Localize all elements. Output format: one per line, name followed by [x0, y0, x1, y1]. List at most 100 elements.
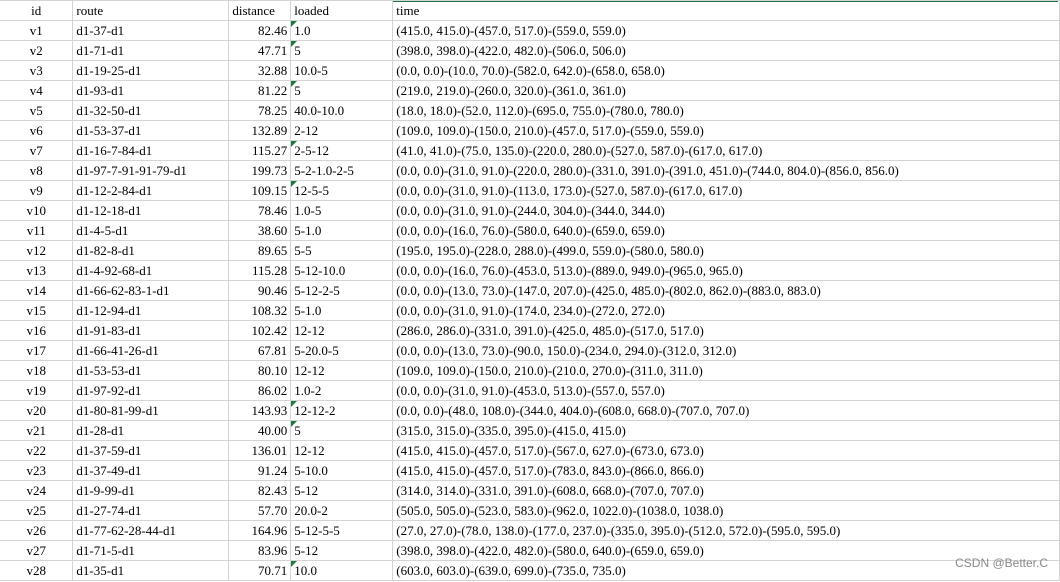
- cell-id[interactable]: v1: [0, 20, 74, 41]
- cell-route[interactable]: d1-37-59-d1: [72, 440, 230, 461]
- cell-id[interactable]: v14: [0, 280, 74, 301]
- cell-loaded[interactable]: 5-12-2-5: [290, 280, 394, 301]
- cell-loaded[interactable]: 5-20.0-5: [290, 340, 394, 361]
- cell-route[interactable]: d1-80-81-99-d1: [72, 400, 230, 421]
- cell-time[interactable]: (0.0, 0.0)-(16.0, 76.0)-(453.0, 513.0)-(…: [392, 260, 1060, 281]
- cell-loaded[interactable]: 12-12: [290, 440, 394, 461]
- cell-distance[interactable]: 57.70: [228, 500, 292, 521]
- cell-loaded[interactable]: 2-12: [290, 120, 394, 141]
- cell-loaded[interactable]: 5-2-1.0-2-5: [290, 160, 394, 181]
- cell-route[interactable]: d1-66-62-83-1-d1: [72, 280, 230, 301]
- cell-loaded[interactable]: 10.0-5: [290, 60, 394, 81]
- cell-time[interactable]: (195.0, 195.0)-(228.0, 288.0)-(499.0, 55…: [392, 240, 1060, 261]
- cell-id[interactable]: v17: [0, 340, 74, 361]
- cell-loaded[interactable]: 12-12: [290, 360, 394, 381]
- cell-loaded[interactable]: 5-1.0: [290, 300, 394, 321]
- cell-distance[interactable]: 82.46: [228, 20, 292, 41]
- cell-loaded[interactable]: 5: [290, 80, 394, 101]
- header-cell-time[interactable]: time: [392, 0, 1060, 21]
- cell-route[interactable]: d1-93-d1: [72, 80, 230, 101]
- cell-loaded[interactable]: 12-5-5: [290, 180, 394, 201]
- cell-route[interactable]: d1-82-8-d1: [72, 240, 230, 261]
- cell-loaded[interactable]: 5-12: [290, 540, 394, 561]
- cell-id[interactable]: v21: [0, 420, 74, 441]
- cell-distance[interactable]: 164.96: [228, 520, 292, 541]
- cell-id[interactable]: v19: [0, 380, 74, 401]
- cell-route[interactable]: d1-37-d1: [72, 20, 230, 41]
- cell-id[interactable]: v25: [0, 500, 74, 521]
- cell-id[interactable]: v26: [0, 520, 74, 541]
- cell-distance[interactable]: 90.46: [228, 280, 292, 301]
- cell-route[interactable]: d1-27-74-d1: [72, 500, 230, 521]
- cell-distance[interactable]: 108.32: [228, 300, 292, 321]
- cell-loaded[interactable]: 40.0-10.0: [290, 100, 394, 121]
- cell-route[interactable]: d1-53-37-d1: [72, 120, 230, 141]
- cell-distance[interactable]: 115.28: [228, 260, 292, 281]
- cell-time[interactable]: (0.0, 0.0)-(13.0, 73.0)-(90.0, 150.0)-(2…: [392, 340, 1060, 361]
- cell-route[interactable]: d1-71-5-d1: [72, 540, 230, 561]
- cell-time[interactable]: (0.0, 0.0)-(13.0, 73.0)-(147.0, 207.0)-(…: [392, 280, 1060, 301]
- cell-id[interactable]: v8: [0, 160, 74, 181]
- cell-route[interactable]: d1-91-83-d1: [72, 320, 230, 341]
- cell-route[interactable]: d1-12-2-84-d1: [72, 180, 230, 201]
- cell-route[interactable]: d1-12-18-d1: [72, 200, 230, 221]
- cell-id[interactable]: v23: [0, 460, 74, 481]
- cell-distance[interactable]: 143.93: [228, 400, 292, 421]
- cell-loaded[interactable]: 5-5: [290, 240, 394, 261]
- cell-distance[interactable]: 136.01: [228, 440, 292, 461]
- cell-time[interactable]: (415.0, 415.0)-(457.0, 517.0)-(559.0, 55…: [392, 20, 1060, 41]
- cell-id[interactable]: v15: [0, 300, 74, 321]
- cell-loaded[interactable]: 20.0-2: [290, 500, 394, 521]
- cell-distance[interactable]: 32.88: [228, 60, 292, 81]
- cell-time[interactable]: (0.0, 0.0)-(31.0, 91.0)-(113.0, 173.0)-(…: [392, 180, 1060, 201]
- cell-distance[interactable]: 91.24: [228, 460, 292, 481]
- cell-route[interactable]: d1-19-25-d1: [72, 60, 230, 81]
- cell-time[interactable]: (0.0, 0.0)-(16.0, 76.0)-(580.0, 640.0)-(…: [392, 220, 1060, 241]
- cell-time[interactable]: (315.0, 315.0)-(335.0, 395.0)-(415.0, 41…: [392, 420, 1060, 441]
- cell-time[interactable]: (109.0, 109.0)-(150.0, 210.0)-(457.0, 51…: [392, 120, 1060, 141]
- cell-route[interactable]: d1-97-92-d1: [72, 380, 230, 401]
- cell-distance[interactable]: 47.71: [228, 40, 292, 61]
- cell-id[interactable]: v7: [0, 140, 74, 161]
- cell-route[interactable]: d1-16-7-84-d1: [72, 140, 230, 161]
- cell-id[interactable]: v24: [0, 480, 74, 501]
- cell-distance[interactable]: 102.42: [228, 320, 292, 341]
- cell-id[interactable]: v16: [0, 320, 74, 341]
- header-cell-loaded[interactable]: loaded: [290, 0, 394, 21]
- cell-id[interactable]: v10: [0, 200, 74, 221]
- cell-id[interactable]: v2: [0, 40, 74, 61]
- cell-id[interactable]: v18: [0, 360, 74, 381]
- cell-time[interactable]: (0.0, 0.0)-(10.0, 70.0)-(582.0, 642.0)-(…: [392, 60, 1060, 81]
- cell-distance[interactable]: 109.15: [228, 180, 292, 201]
- cell-id[interactable]: v5: [0, 100, 74, 121]
- cell-route[interactable]: d1-77-62-28-44-d1: [72, 520, 230, 541]
- cell-distance[interactable]: 82.43: [228, 480, 292, 501]
- cell-id[interactable]: v11: [0, 220, 74, 241]
- cell-loaded[interactable]: 5-10.0: [290, 460, 394, 481]
- cell-id[interactable]: v28: [0, 560, 74, 581]
- cell-id[interactable]: v27: [0, 540, 74, 561]
- cell-distance[interactable]: 83.96: [228, 540, 292, 561]
- cell-distance[interactable]: 81.22: [228, 80, 292, 101]
- cell-distance[interactable]: 40.00: [228, 420, 292, 441]
- header-cell-id[interactable]: id: [0, 0, 74, 21]
- cell-route[interactable]: d1-97-7-91-91-79-d1: [72, 160, 230, 181]
- cell-distance[interactable]: 86.02: [228, 380, 292, 401]
- cell-loaded[interactable]: 5-12-10.0: [290, 260, 394, 281]
- header-cell-route[interactable]: route: [72, 0, 230, 21]
- cell-time[interactable]: (0.0, 0.0)-(31.0, 91.0)-(244.0, 304.0)-(…: [392, 200, 1060, 221]
- cell-time[interactable]: (415.0, 415.0)-(457.0, 517.0)-(783.0, 84…: [392, 460, 1060, 481]
- cell-time[interactable]: (0.0, 0.0)-(31.0, 91.0)-(453.0, 513.0)-(…: [392, 380, 1060, 401]
- cell-loaded[interactable]: 1.0-5: [290, 200, 394, 221]
- cell-route[interactable]: d1-37-49-d1: [72, 460, 230, 481]
- cell-loaded[interactable]: 5-12-5-5: [290, 520, 394, 541]
- cell-time[interactable]: (219.0, 219.0)-(260.0, 320.0)-(361.0, 36…: [392, 80, 1060, 101]
- cell-loaded[interactable]: 12-12: [290, 320, 394, 341]
- cell-route[interactable]: d1-12-94-d1: [72, 300, 230, 321]
- cell-distance[interactable]: 132.89: [228, 120, 292, 141]
- cell-route[interactable]: d1-4-5-d1: [72, 220, 230, 241]
- cell-distance[interactable]: 78.46: [228, 200, 292, 221]
- cell-id[interactable]: v3: [0, 60, 74, 81]
- cell-id[interactable]: v20: [0, 400, 74, 421]
- cell-id[interactable]: v4: [0, 80, 74, 101]
